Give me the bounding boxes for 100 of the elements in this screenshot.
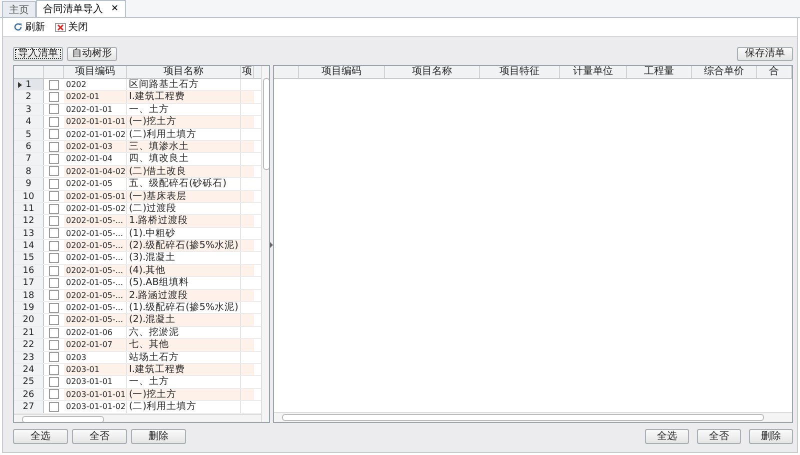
table-cell xyxy=(241,91,254,103)
checkbox[interactable] xyxy=(49,402,59,412)
table-cell xyxy=(241,339,254,351)
close-icon[interactable]: ✕ xyxy=(111,4,119,14)
table-cell xyxy=(241,140,254,152)
checkbox[interactable] xyxy=(49,116,59,127)
checkbox[interactable] xyxy=(49,352,59,362)
row-number: 9 xyxy=(14,178,44,190)
toolbar-button[interactable]: 自动树形 xyxy=(67,47,117,61)
checkbox[interactable] xyxy=(49,142,59,152)
column-header[interactable]: 综合单价 xyxy=(692,66,757,78)
table-cell: (一)挖土方 xyxy=(127,388,241,400)
row-indicator-icon xyxy=(18,82,22,88)
checkbox[interactable] xyxy=(49,328,59,338)
row-number: 10 xyxy=(14,190,44,202)
splitter-arrow-icon[interactable] xyxy=(270,242,273,248)
row-number: 12 xyxy=(14,215,44,227)
row-number: 17 xyxy=(14,277,44,289)
row-number: 19 xyxy=(14,302,44,314)
row-number: 5 xyxy=(14,128,44,140)
table-cell xyxy=(241,215,254,227)
checkbox[interactable] xyxy=(49,253,59,264)
footer-button[interactable]: 全否 xyxy=(697,429,741,444)
table-cell: 区间路基土石方 xyxy=(127,79,241,90)
close-button[interactable]: 关闭 xyxy=(53,20,90,34)
column-header[interactable]: 项目名称 xyxy=(127,66,241,78)
row-number: 3 xyxy=(14,104,44,116)
footer-button[interactable]: 全选 xyxy=(13,429,68,444)
table-cell: 0202 xyxy=(64,79,127,90)
checkbox[interactable] xyxy=(49,240,59,251)
checkbox[interactable] xyxy=(49,129,59,140)
vertical-scrollbar[interactable] xyxy=(261,66,269,422)
row-number: 7 xyxy=(14,153,44,165)
tab[interactable]: 主页 xyxy=(2,1,36,17)
checkbox[interactable] xyxy=(49,191,59,202)
column-header[interactable]: 项目编码 xyxy=(64,66,127,78)
table-cell: 一、土方 xyxy=(127,104,241,116)
table-cell xyxy=(241,364,254,376)
table-cell: 1.路桥过渡段 xyxy=(127,215,241,227)
checkbox[interactable] xyxy=(49,154,59,164)
row-number: 2 xyxy=(14,91,44,103)
close-icon xyxy=(55,22,66,32)
checkbox[interactable] xyxy=(49,266,59,276)
table-cell: 五、级配碎石(砂砾石) xyxy=(127,178,241,190)
row-number: 14 xyxy=(14,240,44,252)
table-cell: 0202-01-05 xyxy=(64,178,127,190)
footer-button[interactable]: 全选 xyxy=(645,429,689,444)
horizontal-scrollbar[interactable] xyxy=(274,412,792,422)
column-header[interactable]: 项目名称 xyxy=(385,66,480,78)
table-cell: 0202-01-03 xyxy=(64,140,127,152)
checkbox[interactable] xyxy=(49,364,59,375)
table-cell: (一)挖土方 xyxy=(127,116,241,128)
column-header[interactable]: 项目编码 xyxy=(299,66,385,78)
column-header[interactable]: 合 xyxy=(757,66,792,78)
table-cell: 0203 xyxy=(64,352,127,363)
footer-button[interactable]: 全否 xyxy=(72,429,127,444)
checkbox[interactable] xyxy=(49,166,59,176)
table-cell: 0202-01-05-... xyxy=(64,215,127,227)
row-number: 6 xyxy=(14,140,44,152)
footer-button[interactable]: 删除 xyxy=(749,429,793,444)
save-button[interactable]: 保存清单 xyxy=(737,47,793,61)
row-number: 25 xyxy=(14,376,44,388)
table-cell xyxy=(241,264,254,276)
table-cell: (1).中粗砂 xyxy=(127,228,241,240)
checkbox[interactable] xyxy=(49,178,59,189)
checkbox[interactable] xyxy=(49,216,59,226)
checkbox[interactable] xyxy=(49,290,59,300)
column-header[interactable]: 项目特征 xyxy=(480,66,560,78)
checkbox[interactable] xyxy=(49,80,59,90)
checkbox[interactable] xyxy=(49,104,59,114)
checkbox[interactable] xyxy=(49,377,59,388)
checkbox[interactable] xyxy=(49,315,59,326)
table-cell: 0202-01-05-... xyxy=(64,264,127,276)
table-cell xyxy=(241,166,254,178)
checkbox[interactable] xyxy=(49,92,59,102)
table-cell: 0202-01-05-01 xyxy=(64,190,127,202)
column-header[interactable]: 项 xyxy=(241,66,254,78)
table-cell: Ⅰ.建筑工程费 xyxy=(127,91,241,103)
checkbox[interactable] xyxy=(49,389,59,400)
table-cell: 0202-01-05-... xyxy=(64,314,127,326)
checkbox[interactable] xyxy=(49,278,59,288)
table-cell: 四、填改良土 xyxy=(127,153,241,165)
table-cell: 0202-01-04 xyxy=(64,153,127,165)
refresh-icon xyxy=(13,22,23,32)
checkbox[interactable] xyxy=(49,204,59,214)
row-number: 20 xyxy=(14,314,44,326)
column-header[interactable]: 计量单位 xyxy=(560,66,627,78)
row-number: 16 xyxy=(14,264,44,276)
checkbox[interactable] xyxy=(49,228,59,238)
refresh-button[interactable]: 刷新 xyxy=(11,20,47,34)
tab[interactable]: 合同清单导入 ✕ xyxy=(36,0,126,17)
column-header[interactable]: 工程量 xyxy=(627,66,692,78)
table-cell: (二)利用土填方 xyxy=(127,401,241,413)
table-cell: 0202-01-05-... xyxy=(64,252,127,264)
row-number: 11 xyxy=(14,202,44,214)
table-cell xyxy=(241,240,254,252)
checkbox[interactable] xyxy=(49,340,59,350)
footer-button[interactable]: 删除 xyxy=(131,429,186,444)
row-number: 23 xyxy=(14,352,44,363)
checkbox[interactable] xyxy=(49,302,59,313)
